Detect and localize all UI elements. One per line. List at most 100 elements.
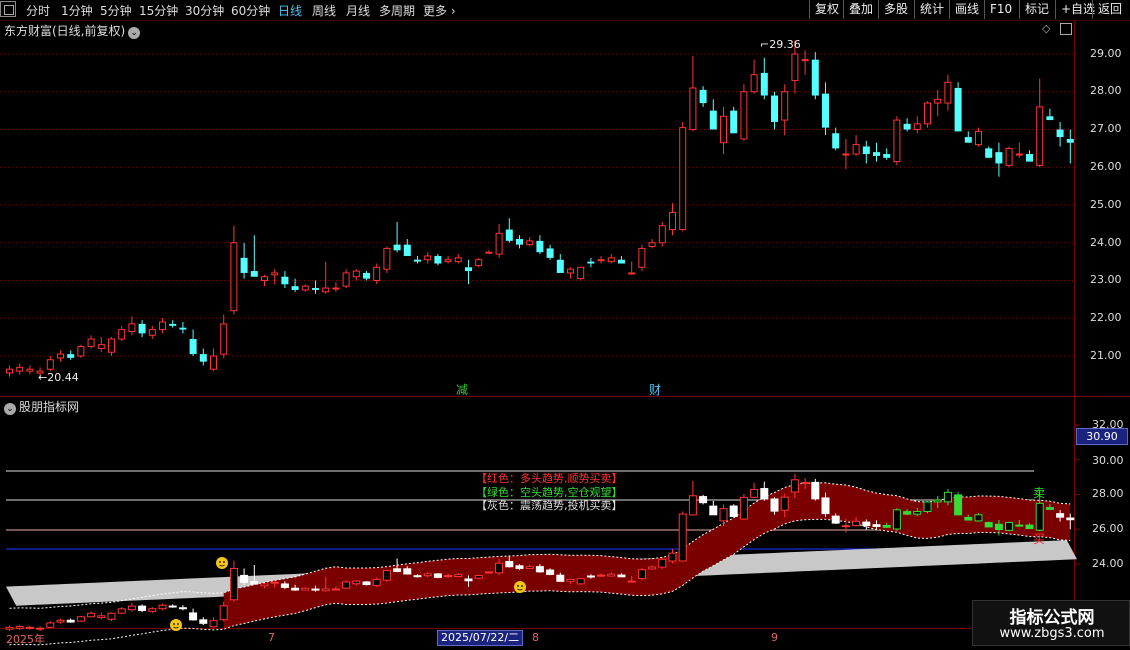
candle-body	[332, 287, 340, 290]
indicator-body	[321, 588, 330, 592]
candle-body	[597, 259, 605, 262]
candle	[465, 259, 472, 285]
candle	[332, 282, 340, 292]
candle-body	[26, 368, 34, 372]
indicator-candle	[688, 480, 697, 516]
candle	[730, 106, 738, 134]
candle	[108, 337, 115, 356]
candle-body	[669, 212, 676, 231]
candle-body	[618, 259, 625, 264]
candle-body	[709, 110, 717, 130]
candle	[322, 261, 330, 294]
buy-signal-label: 买	[1033, 532, 1046, 546]
candle-body	[679, 127, 687, 231]
candle	[607, 254, 615, 264]
candle	[383, 246, 391, 273]
candle-body	[403, 244, 411, 256]
indicator-name: 股朋指标网	[19, 400, 80, 414]
indicator-body	[464, 578, 473, 582]
candle	[97, 337, 105, 353]
indicator-body	[984, 522, 993, 528]
candle	[240, 242, 248, 279]
indicator-candle	[56, 618, 65, 624]
indicator-body	[352, 580, 361, 585]
indicator-body	[586, 575, 595, 578]
candle-body	[862, 146, 870, 155]
indicator-body	[719, 508, 728, 522]
candle	[760, 57, 768, 100]
candle	[975, 127, 982, 147]
event-marker-reduce[interactable]: 减	[456, 381, 468, 398]
indicator-body	[382, 570, 391, 581]
candle-body	[16, 366, 24, 372]
indicator-body	[393, 568, 402, 572]
indicator-body	[1066, 517, 1075, 521]
indicator-body	[301, 587, 310, 591]
indicator-body	[709, 505, 718, 516]
indicator-candle	[189, 608, 198, 621]
candle	[199, 348, 207, 366]
indicator-body	[495, 562, 504, 574]
candle-body	[159, 321, 166, 331]
candle-body	[607, 257, 615, 263]
candle	[985, 146, 993, 158]
indicator-candle	[199, 617, 208, 626]
indicator-body	[515, 565, 524, 569]
candle-body	[1056, 129, 1064, 138]
indicator-body	[1005, 522, 1014, 531]
candle	[597, 255, 605, 264]
indicator-body	[790, 479, 799, 493]
indicator-body	[25, 626, 34, 629]
candle	[842, 138, 850, 170]
candle	[638, 244, 646, 272]
candle	[1066, 129, 1074, 164]
candle	[373, 263, 381, 285]
candle-body	[169, 323, 177, 326]
candle	[658, 221, 666, 247]
indicator-title[interactable]: ⌄ 股朋指标网	[4, 398, 79, 415]
event-marker-finance[interactable]: 财	[649, 381, 661, 398]
indicator-body	[15, 626, 24, 629]
candle	[577, 266, 585, 281]
candle	[1046, 108, 1054, 121]
indicator-body	[760, 488, 769, 500]
indicator-body	[280, 583, 289, 588]
indicator-candle	[739, 493, 748, 520]
candle	[179, 322, 187, 334]
indicator-body	[923, 501, 932, 513]
candle-body	[434, 255, 442, 264]
candle-body	[1005, 147, 1013, 166]
indicator-candle	[729, 504, 738, 517]
indicator-body	[933, 499, 942, 503]
chevron-down-icon[interactable]: ⌄	[4, 403, 16, 415]
candle-body	[454, 257, 462, 263]
indicator-body	[76, 616, 85, 622]
candle	[301, 284, 309, 292]
candle-body	[108, 338, 115, 353]
candle	[475, 257, 483, 268]
candlestick-series	[6, 40, 1074, 378]
indicator-body	[831, 515, 840, 524]
candle-body	[944, 81, 952, 104]
indicator-body	[974, 514, 983, 522]
indicator-body	[678, 513, 687, 562]
candle-body	[97, 344, 105, 349]
candle	[740, 84, 748, 141]
main-grid	[0, 53, 1074, 357]
indicator-candle	[382, 569, 391, 582]
indicator-body	[882, 525, 891, 528]
candle-body	[414, 259, 421, 262]
indicator-candle	[954, 492, 963, 516]
indicator-candle	[25, 625, 34, 630]
indicator-candle	[117, 607, 126, 615]
indicator-body	[617, 574, 626, 578]
indicator-candle	[148, 606, 157, 614]
indicator-candle	[658, 557, 667, 569]
watermark-url: www.zbgs3.com	[999, 626, 1105, 641]
indicator-body	[56, 619, 65, 623]
candle-body	[1026, 154, 1033, 162]
candle	[250, 235, 258, 277]
indicator-body	[66, 619, 75, 623]
candle-body	[995, 152, 1003, 164]
candle	[852, 135, 860, 156]
